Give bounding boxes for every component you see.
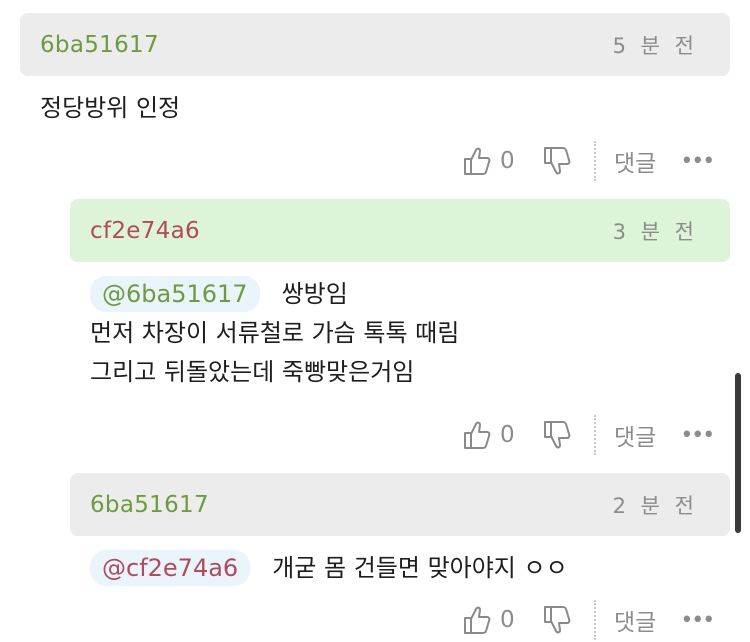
scrollbar[interactable] [735,373,741,533]
more-icon[interactable]: ••• [680,423,715,448]
action-divider [594,141,596,181]
comment-body: 정당방위 인정 [40,89,180,128]
thumbs-up-icon[interactable] [462,419,492,451]
comment-time: 3 분 전 [612,219,698,244]
comment-nickname[interactable]: 6ba51617 [40,32,159,58]
more-icon[interactable]: ••• [680,608,715,633]
comment-body: @cf2e74a6 개굳 몸 건들면 맞아야지 ㅇㅇ [90,549,568,588]
like-count: 0 [500,422,515,448]
reply-button[interactable]: 댓글 [614,144,656,178]
comment-line: 먼저 차장이 서류철로 가슴 톡톡 때림 [90,319,460,347]
comment-body: @6ba51617 쌍방임 먼저 차장이 서류철로 가슴 톡톡 때림 그리고 뒤돌… [90,275,459,392]
comment-actions: 0 댓글 ••• [462,415,715,455]
mention-tag[interactable]: @6ba51617 [90,276,260,312]
thumbs-down-icon[interactable] [542,604,572,636]
comment-line: @cf2e74a6 개굳 몸 건들면 맞아야지 ㅇㅇ [90,549,568,588]
like-count: 0 [500,607,515,633]
more-icon[interactable]: ••• [680,149,715,174]
thumbs-down-icon[interactable] [542,145,572,177]
action-divider [594,600,596,640]
action-divider [594,415,596,455]
comment-actions: 0 댓글 ••• [462,600,715,640]
comment-text: 정당방위 인정 [40,94,181,122]
reply-button[interactable]: 댓글 [614,603,656,637]
comment-text: 개굳 몸 건들면 맞아야지 ㅇㅇ [272,554,568,582]
comment-nickname[interactable]: 6ba51617 [90,492,209,518]
comment-text: 쌍방임 [281,280,348,308]
comment-header: 6ba51617 5 분 전 [20,13,730,76]
comment-line: @6ba51617 쌍방임 [90,275,459,314]
comment-actions: 0 댓글 ••• [462,141,715,181]
comment-time: 5 분 전 [612,33,698,58]
thumbs-up-icon[interactable] [462,604,492,636]
comment-nickname[interactable]: cf2e74a6 [90,218,200,244]
thumbs-up-icon[interactable] [462,145,492,177]
comment-header: 6ba51617 2 분 전 [70,473,730,536]
comment-header: cf2e74a6 3 분 전 [70,199,730,262]
comment-line: 그리고 뒤돌았는데 죽빵맞은거임 [90,358,415,386]
like-count: 0 [500,148,515,174]
reply-button[interactable]: 댓글 [614,418,656,452]
mention-tag[interactable]: @cf2e74a6 [90,550,251,586]
comment-time: 2 분 전 [612,493,698,518]
thumbs-down-icon[interactable] [542,419,572,451]
